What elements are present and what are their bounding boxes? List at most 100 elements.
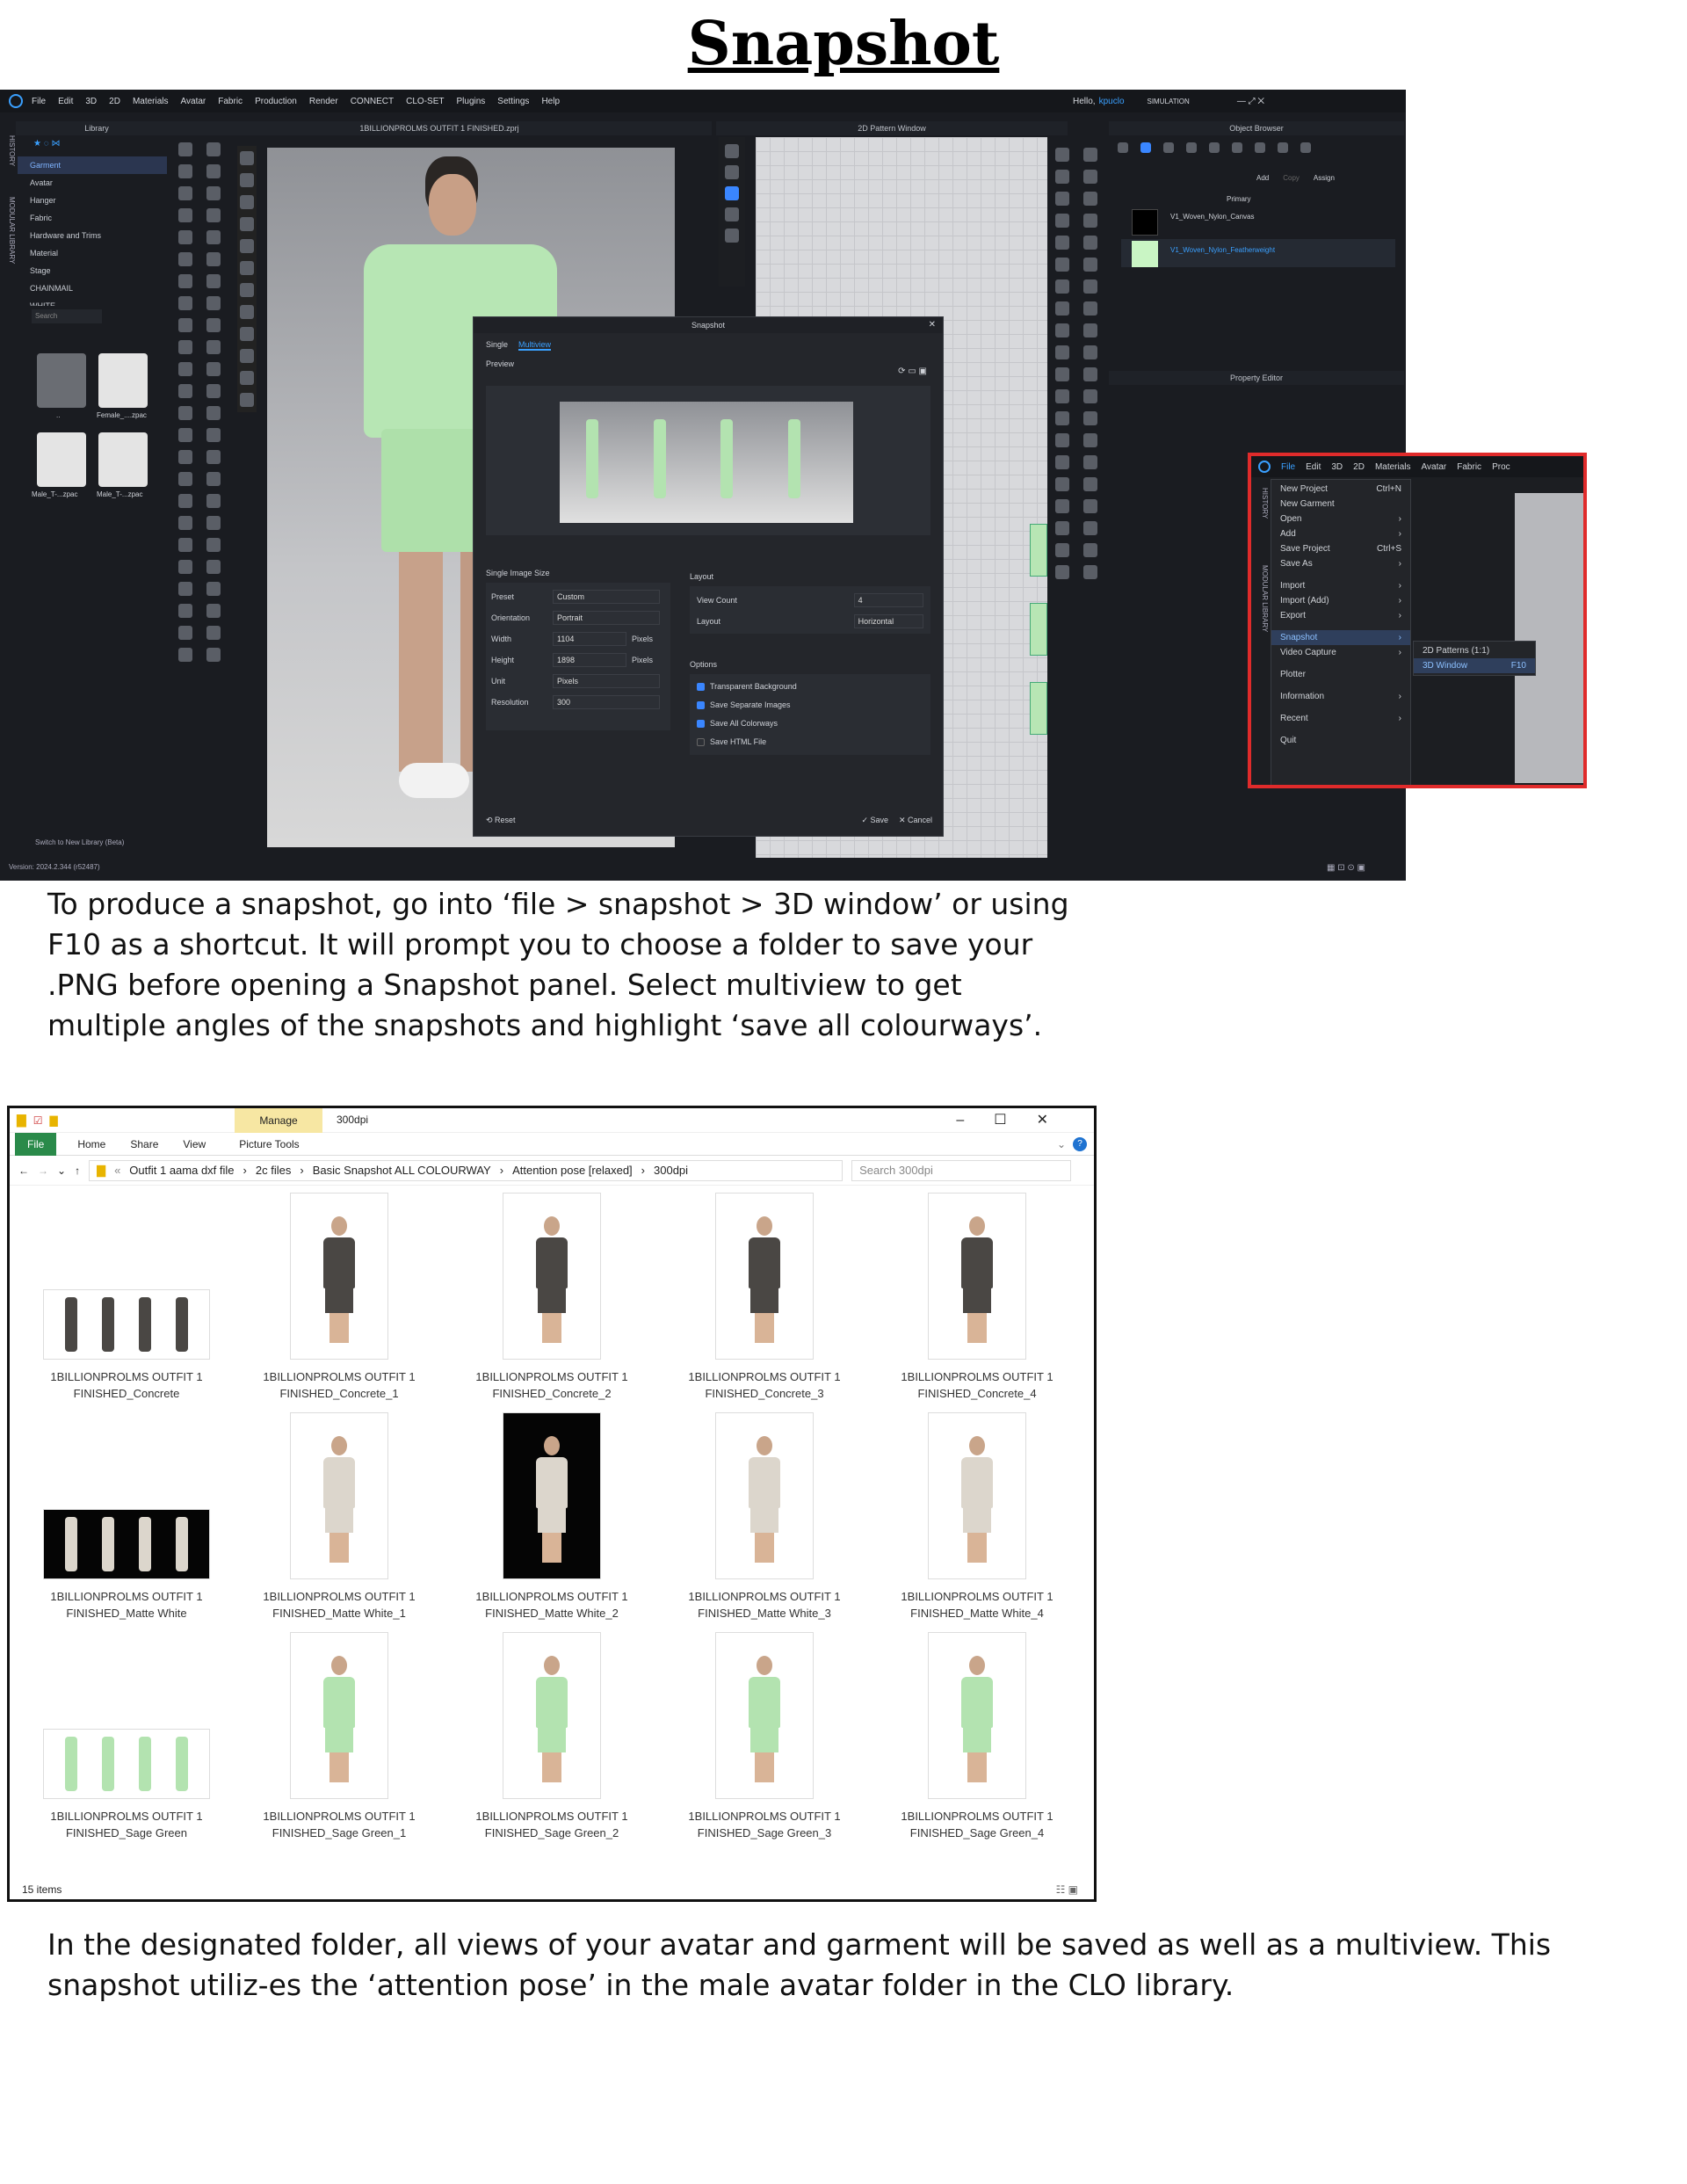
library-item-fabric[interactable]: Fabric (18, 209, 167, 227)
submenu-2d-patterns[interactable]: 2D Patterns (1:1) (1414, 643, 1535, 658)
tool-icon[interactable] (1055, 455, 1069, 469)
menu-item-snapshot[interactable]: Snapshot › (1271, 630, 1410, 645)
tool-icon[interactable] (206, 208, 221, 222)
tool-icon[interactable] (1083, 170, 1097, 184)
tool-icon[interactable] (178, 274, 192, 288)
tool-icon[interactable] (1055, 345, 1069, 359)
fabric-name[interactable]: V1_Woven_Nylon_Featherweight (1170, 246, 1275, 254)
menu-materials[interactable]: Materials (133, 97, 169, 106)
window-controls[interactable]: — ⤢ ✕ (1237, 97, 1264, 106)
address-bar[interactable]: ▇ « Outfit 1 aama dxf file › 2c files › Ba… (89, 1159, 844, 1181)
tool-icon[interactable] (240, 151, 254, 165)
list-icon[interactable] (1118, 142, 1128, 153)
tool-icon[interactable] (1055, 521, 1069, 535)
menu-help[interactable]: Help (541, 97, 560, 106)
tool-icon[interactable] (725, 186, 739, 200)
inset-menu-2d[interactable]: 2D (1353, 462, 1365, 472)
tool-icon[interactable] (178, 340, 192, 354)
tool-icon[interactable] (178, 494, 192, 508)
tool-icon[interactable] (1083, 214, 1097, 228)
breadcrumb-item[interactable]: 300dpi (654, 1164, 688, 1177)
grid-icon[interactable] (1163, 142, 1174, 153)
inset-modular-tab[interactable]: MODULAR LIBRARY (1251, 565, 1269, 671)
inset-menu-3d[interactable]: 3D (1331, 462, 1343, 472)
close-icon[interactable]: ✕ (929, 320, 936, 330)
tool-icon[interactable] (1083, 477, 1097, 491)
library-item-chainmail[interactable]: CHAINMAIL (18, 279, 167, 297)
tool-icon[interactable] (240, 371, 254, 385)
breadcrumb-item[interactable]: Outfit 1 aama dxf file (129, 1164, 234, 1177)
menu-plugins[interactable]: Plugins (456, 97, 485, 106)
tool-icon[interactable] (240, 217, 254, 231)
button-icon[interactable] (1186, 142, 1197, 153)
file-tile[interactable]: 1BILLIONPROLMS OUTFIT 1 FINISHED_Sage Gr… (25, 1632, 228, 1841)
reset-button[interactable]: ⟲ Reset (486, 816, 516, 825)
library-item-material[interactable]: Material (18, 244, 167, 262)
tool-icon[interactable] (206, 648, 221, 662)
option-colorways[interactable]: Save All Colorways (697, 715, 923, 733)
modular-library-tab[interactable]: MODULAR LIBRARY (0, 197, 16, 294)
fabric-swatch[interactable] (1132, 241, 1158, 267)
tool-icon[interactable] (206, 252, 221, 266)
menu-item-open[interactable]: Open › (1271, 512, 1410, 526)
tool-icon[interactable] (1083, 236, 1097, 250)
tool-icon[interactable] (240, 283, 254, 297)
tool-icon[interactable] (1083, 367, 1097, 381)
tool-icon[interactable] (206, 384, 221, 398)
tool-icon[interactable] (206, 604, 221, 618)
file-tile[interactable]: 1BILLIONPROLMS OUTFIT 1 FINISHED_Concret… (238, 1193, 440, 1402)
tab-multiview[interactable]: Multiview (518, 340, 552, 351)
tool-icon[interactable] (240, 393, 254, 407)
tool-icon[interactable] (206, 142, 221, 156)
menu-item-information[interactable]: Information › (1271, 689, 1410, 704)
tool-icon[interactable] (725, 165, 739, 179)
library-item-hanger[interactable]: Hanger (18, 192, 167, 209)
tool-icon[interactable] (1055, 367, 1069, 381)
tool-icon[interactable] (1055, 236, 1069, 250)
tool-icon[interactable] (1083, 192, 1097, 206)
tool-icon[interactable] (1083, 323, 1097, 337)
library-item-hardware[interactable]: Hardware and Trims (18, 227, 167, 244)
file-tile[interactable]: 1BILLIONPROLMS OUTFIT 1 FINISHED_Concret… (876, 1193, 1078, 1402)
tool-icon[interactable] (206, 230, 221, 244)
tool-icon[interactable] (206, 362, 221, 376)
history-tab[interactable]: HISTORY (0, 135, 16, 179)
submenu-3d-window[interactable]: 3D Window F10 (1414, 658, 1535, 673)
tool-icon[interactable] (1055, 543, 1069, 557)
fabric-swatch[interactable] (1132, 209, 1158, 236)
tool-icon[interactable] (206, 296, 221, 310)
orientation-select[interactable]: Portrait (553, 611, 660, 625)
pattern-piece[interactable] (1030, 524, 1047, 577)
tool-icon[interactable] (1255, 142, 1265, 153)
menu-clo-set[interactable]: CLO-SET (406, 97, 444, 106)
tool-icon[interactable] (178, 648, 192, 662)
folder-icon[interactable]: ▇ (50, 1114, 58, 1127)
assign-button[interactable]: Assign (1314, 174, 1335, 182)
file-tile[interactable]: 1BILLIONPROLMS OUTFIT 1 FINISHED_Concret… (663, 1193, 865, 1402)
tool-icon[interactable] (206, 274, 221, 288)
library-search-input[interactable]: Search (32, 309, 102, 323)
menu-item-plotter[interactable]: Plotter (1271, 667, 1410, 682)
tool-icon[interactable] (206, 318, 221, 332)
tool-icon[interactable] (240, 305, 254, 319)
breadcrumb-item[interactable]: Basic Snapshot ALL COLOURWAY (313, 1164, 491, 1177)
height-input[interactable]: 1898 (553, 653, 626, 667)
copy-button[interactable]: Copy (1283, 174, 1300, 182)
menu-item-new-garment[interactable]: New Garment (1271, 497, 1410, 512)
tool-icon[interactable] (178, 164, 192, 178)
library-thumb[interactable] (37, 432, 86, 487)
tool-icon[interactable] (1055, 565, 1069, 579)
tool-icon[interactable] (1083, 301, 1097, 316)
tool-icon[interactable] (178, 538, 192, 552)
tool-icon[interactable] (206, 626, 221, 640)
tool-icon[interactable] (1083, 565, 1097, 579)
preview-actions[interactable]: ⟳ ▭ ▣ (898, 366, 927, 376)
menu-item-video-capture[interactable]: Video Capture › (1271, 645, 1410, 660)
checkbox-unchecked-icon[interactable] (697, 738, 705, 747)
tool-icon[interactable] (178, 516, 192, 530)
unit-select[interactable]: Pixels (553, 674, 660, 688)
width-input[interactable]: 1104 (553, 632, 626, 646)
tool-icon[interactable] (1055, 301, 1069, 316)
option-transparent[interactable]: Transparent Background (697, 678, 923, 696)
resolution-input[interactable]: 300 (553, 695, 660, 709)
